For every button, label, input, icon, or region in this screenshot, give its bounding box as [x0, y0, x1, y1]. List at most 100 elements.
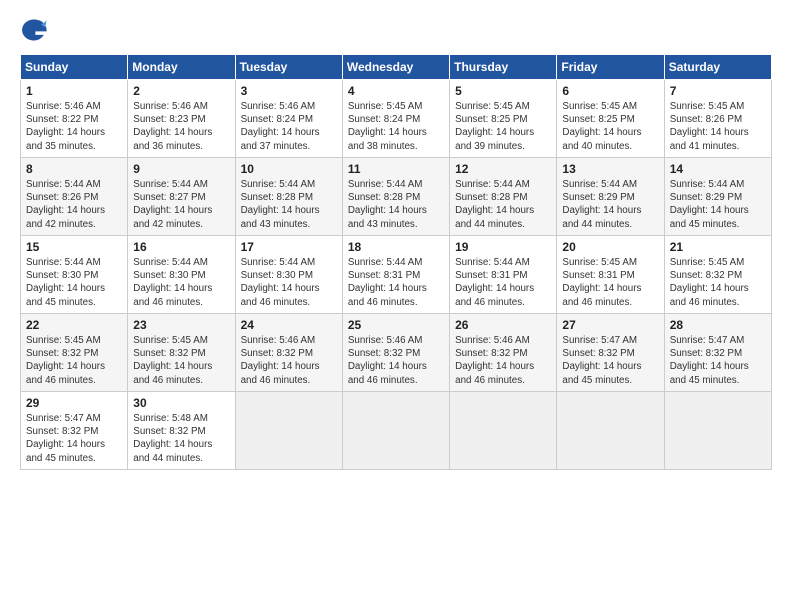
calendar-cell: 4 Sunrise: 5:45 AM Sunset: 8:24 PM Dayli… — [342, 80, 449, 158]
day-info: Sunrise: 5:44 AM Sunset: 8:31 PM Dayligh… — [455, 256, 551, 309]
calendar-cell: 6 Sunrise: 5:45 AM Sunset: 8:25 PM Dayli… — [557, 80, 664, 158]
day-number: 1 — [26, 84, 122, 98]
day-number: 12 — [455, 162, 551, 176]
day-number: 17 — [241, 240, 337, 254]
day-number: 26 — [455, 318, 551, 332]
day-info: Sunrise: 5:45 AM Sunset: 8:32 PM Dayligh… — [670, 256, 766, 309]
day-number: 19 — [455, 240, 551, 254]
day-info: Sunrise: 5:46 AM Sunset: 8:32 PM Dayligh… — [348, 334, 444, 387]
day-info: Sunrise: 5:44 AM Sunset: 8:28 PM Dayligh… — [348, 178, 444, 231]
weekday-tuesday: Tuesday — [235, 55, 342, 80]
day-info: Sunrise: 5:45 AM Sunset: 8:25 PM Dayligh… — [562, 100, 658, 153]
week-row-1: 1 Sunrise: 5:46 AM Sunset: 8:22 PM Dayli… — [21, 80, 772, 158]
day-number: 5 — [455, 84, 551, 98]
day-info: Sunrise: 5:44 AM Sunset: 8:29 PM Dayligh… — [670, 178, 766, 231]
calendar-cell: 7 Sunrise: 5:45 AM Sunset: 8:26 PM Dayli… — [664, 80, 771, 158]
day-number: 10 — [241, 162, 337, 176]
calendar-cell: 12 Sunrise: 5:44 AM Sunset: 8:28 PM Dayl… — [450, 158, 557, 236]
day-info: Sunrise: 5:44 AM Sunset: 8:27 PM Dayligh… — [133, 178, 229, 231]
weekday-header-row: SundayMondayTuesdayWednesdayThursdayFrid… — [21, 55, 772, 80]
day-info: Sunrise: 5:44 AM Sunset: 8:30 PM Dayligh… — [133, 256, 229, 309]
day-number: 16 — [133, 240, 229, 254]
weekday-friday: Friday — [557, 55, 664, 80]
day-info: Sunrise: 5:47 AM Sunset: 8:32 PM Dayligh… — [26, 412, 122, 465]
calendar-cell — [342, 392, 449, 470]
calendar-cell: 11 Sunrise: 5:44 AM Sunset: 8:28 PM Dayl… — [342, 158, 449, 236]
calendar-cell: 8 Sunrise: 5:44 AM Sunset: 8:26 PM Dayli… — [21, 158, 128, 236]
calendar-cell: 19 Sunrise: 5:44 AM Sunset: 8:31 PM Dayl… — [450, 236, 557, 314]
day-number: 15 — [26, 240, 122, 254]
day-number: 21 — [670, 240, 766, 254]
day-number: 3 — [241, 84, 337, 98]
day-info: Sunrise: 5:44 AM Sunset: 8:30 PM Dayligh… — [241, 256, 337, 309]
day-info: Sunrise: 5:47 AM Sunset: 8:32 PM Dayligh… — [562, 334, 658, 387]
calendar-cell: 1 Sunrise: 5:46 AM Sunset: 8:22 PM Dayli… — [21, 80, 128, 158]
day-info: Sunrise: 5:45 AM Sunset: 8:26 PM Dayligh… — [670, 100, 766, 153]
day-number: 18 — [348, 240, 444, 254]
day-info: Sunrise: 5:45 AM Sunset: 8:25 PM Dayligh… — [455, 100, 551, 153]
calendar-cell — [557, 392, 664, 470]
calendar-cell: 14 Sunrise: 5:44 AM Sunset: 8:29 PM Dayl… — [664, 158, 771, 236]
day-number: 24 — [241, 318, 337, 332]
day-info: Sunrise: 5:46 AM Sunset: 8:22 PM Dayligh… — [26, 100, 122, 153]
day-number: 23 — [133, 318, 229, 332]
calendar: SundayMondayTuesdayWednesdayThursdayFrid… — [20, 54, 772, 470]
logo — [20, 16, 52, 44]
day-number: 6 — [562, 84, 658, 98]
calendar-cell: 3 Sunrise: 5:46 AM Sunset: 8:24 PM Dayli… — [235, 80, 342, 158]
calendar-cell: 21 Sunrise: 5:45 AM Sunset: 8:32 PM Dayl… — [664, 236, 771, 314]
day-number: 27 — [562, 318, 658, 332]
weekday-thursday: Thursday — [450, 55, 557, 80]
week-row-4: 22 Sunrise: 5:45 AM Sunset: 8:32 PM Dayl… — [21, 314, 772, 392]
day-number: 29 — [26, 396, 122, 410]
day-info: Sunrise: 5:48 AM Sunset: 8:32 PM Dayligh… — [133, 412, 229, 465]
day-number: 7 — [670, 84, 766, 98]
day-info: Sunrise: 5:45 AM Sunset: 8:32 PM Dayligh… — [26, 334, 122, 387]
day-number: 11 — [348, 162, 444, 176]
calendar-cell: 23 Sunrise: 5:45 AM Sunset: 8:32 PM Dayl… — [128, 314, 235, 392]
logo-icon — [20, 16, 48, 44]
weekday-wednesday: Wednesday — [342, 55, 449, 80]
day-info: Sunrise: 5:44 AM Sunset: 8:29 PM Dayligh… — [562, 178, 658, 231]
calendar-cell: 24 Sunrise: 5:46 AM Sunset: 8:32 PM Dayl… — [235, 314, 342, 392]
day-number: 14 — [670, 162, 766, 176]
weekday-monday: Monday — [128, 55, 235, 80]
day-number: 2 — [133, 84, 229, 98]
day-info: Sunrise: 5:46 AM Sunset: 8:32 PM Dayligh… — [455, 334, 551, 387]
calendar-cell — [235, 392, 342, 470]
day-number: 20 — [562, 240, 658, 254]
day-info: Sunrise: 5:44 AM Sunset: 8:28 PM Dayligh… — [455, 178, 551, 231]
calendar-cell — [450, 392, 557, 470]
calendar-cell: 28 Sunrise: 5:47 AM Sunset: 8:32 PM Dayl… — [664, 314, 771, 392]
calendar-cell — [664, 392, 771, 470]
header — [20, 16, 772, 44]
calendar-cell: 26 Sunrise: 5:46 AM Sunset: 8:32 PM Dayl… — [450, 314, 557, 392]
calendar-cell: 9 Sunrise: 5:44 AM Sunset: 8:27 PM Dayli… — [128, 158, 235, 236]
day-info: Sunrise: 5:46 AM Sunset: 8:32 PM Dayligh… — [241, 334, 337, 387]
week-row-2: 8 Sunrise: 5:44 AM Sunset: 8:26 PM Dayli… — [21, 158, 772, 236]
calendar-cell: 25 Sunrise: 5:46 AM Sunset: 8:32 PM Dayl… — [342, 314, 449, 392]
calendar-cell: 18 Sunrise: 5:44 AM Sunset: 8:31 PM Dayl… — [342, 236, 449, 314]
calendar-cell: 27 Sunrise: 5:47 AM Sunset: 8:32 PM Dayl… — [557, 314, 664, 392]
day-info: Sunrise: 5:44 AM Sunset: 8:31 PM Dayligh… — [348, 256, 444, 309]
calendar-cell: 5 Sunrise: 5:45 AM Sunset: 8:25 PM Dayli… — [450, 80, 557, 158]
day-info: Sunrise: 5:45 AM Sunset: 8:32 PM Dayligh… — [133, 334, 229, 387]
day-info: Sunrise: 5:46 AM Sunset: 8:23 PM Dayligh… — [133, 100, 229, 153]
day-info: Sunrise: 5:45 AM Sunset: 8:31 PM Dayligh… — [562, 256, 658, 309]
calendar-cell: 20 Sunrise: 5:45 AM Sunset: 8:31 PM Dayl… — [557, 236, 664, 314]
calendar-cell: 15 Sunrise: 5:44 AM Sunset: 8:30 PM Dayl… — [21, 236, 128, 314]
calendar-cell: 30 Sunrise: 5:48 AM Sunset: 8:32 PM Dayl… — [128, 392, 235, 470]
calendar-cell: 22 Sunrise: 5:45 AM Sunset: 8:32 PM Dayl… — [21, 314, 128, 392]
week-row-5: 29 Sunrise: 5:47 AM Sunset: 8:32 PM Dayl… — [21, 392, 772, 470]
calendar-cell: 13 Sunrise: 5:44 AM Sunset: 8:29 PM Dayl… — [557, 158, 664, 236]
day-number: 30 — [133, 396, 229, 410]
day-info: Sunrise: 5:44 AM Sunset: 8:30 PM Dayligh… — [26, 256, 122, 309]
calendar-cell: 16 Sunrise: 5:44 AM Sunset: 8:30 PM Dayl… — [128, 236, 235, 314]
week-row-3: 15 Sunrise: 5:44 AM Sunset: 8:30 PM Dayl… — [21, 236, 772, 314]
day-info: Sunrise: 5:44 AM Sunset: 8:26 PM Dayligh… — [26, 178, 122, 231]
day-info: Sunrise: 5:44 AM Sunset: 8:28 PM Dayligh… — [241, 178, 337, 231]
day-number: 8 — [26, 162, 122, 176]
day-info: Sunrise: 5:46 AM Sunset: 8:24 PM Dayligh… — [241, 100, 337, 153]
day-number: 25 — [348, 318, 444, 332]
calendar-cell: 17 Sunrise: 5:44 AM Sunset: 8:30 PM Dayl… — [235, 236, 342, 314]
